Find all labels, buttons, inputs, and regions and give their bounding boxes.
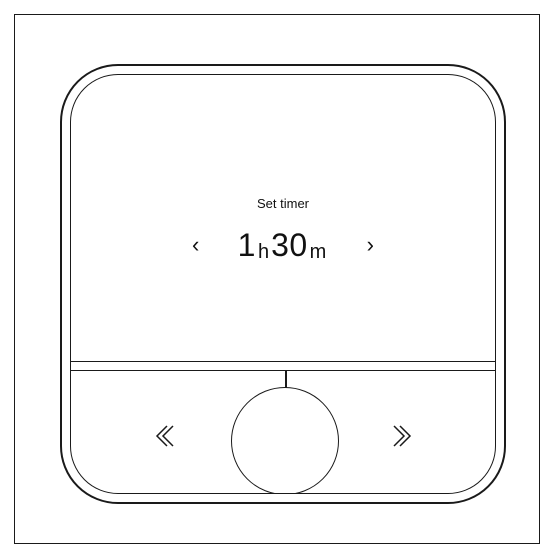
thermostat-face: Set timer ‹ 1 h 30 m › xyxy=(70,74,496,494)
screen-title: Set timer xyxy=(256,196,309,211)
center-select-button[interactable] xyxy=(231,387,339,493)
double-chevron-left-icon xyxy=(155,425,174,447)
timer-minutes-unit: m xyxy=(309,241,327,263)
timer-hours: 1 xyxy=(237,227,256,263)
hardware-button-panel xyxy=(71,361,495,493)
timer-value: 1 h 30 m xyxy=(237,227,329,263)
timer-increase-chevron-icon[interactable]: › xyxy=(358,234,382,256)
timer-selector: ‹ 1 h 30 m › xyxy=(71,225,495,265)
display-screen: Set timer ‹ 1 h 30 m › xyxy=(71,75,495,361)
double-chevron-right-icon xyxy=(393,425,412,447)
timer-minutes: 30 xyxy=(271,227,308,263)
timer-decrease-chevron-icon[interactable]: ‹ xyxy=(184,234,208,256)
timer-hours-unit: h xyxy=(257,241,270,263)
